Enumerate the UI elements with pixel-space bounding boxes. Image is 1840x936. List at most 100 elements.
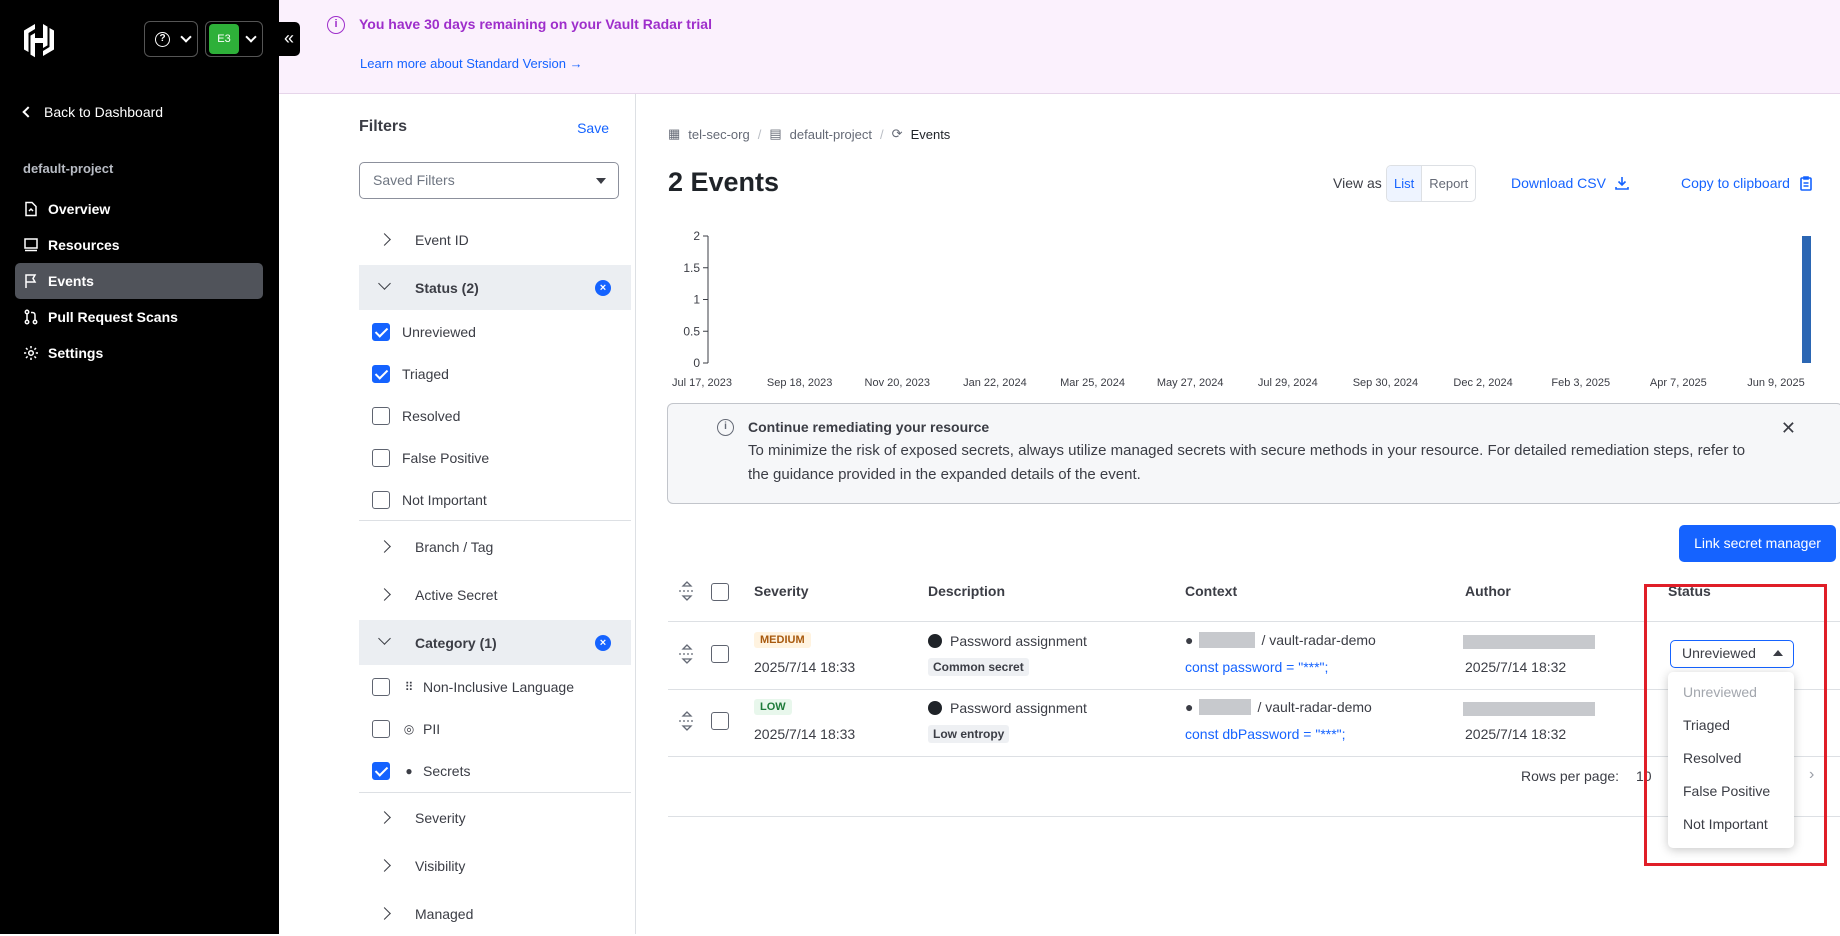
download-csv-button[interactable]: Download CSV [1511,175,1630,191]
column-header-author[interactable]: Author [1465,574,1511,615]
repo-name: / vault-radar-demo [1261,632,1376,648]
chevron-down-icon [378,632,391,645]
sidebar-item-label: Resources [48,237,120,253]
status-option-unreviewed[interactable]: Unreviewed [372,322,476,342]
org-avatar: E3 [209,24,239,54]
view-report-button[interactable]: Report [1422,166,1475,201]
chevron-left-icon [22,106,34,118]
sidebar: ? E3 Back to Dashboard default-project O… [0,0,279,934]
sidebar-item-label: Settings [48,345,104,361]
clipboard-icon [1800,176,1812,191]
org-switcher-button[interactable]: E3 [205,21,263,57]
sidebar-item-resources[interactable]: Resources [15,227,263,263]
author-date: 2025/7/14 18:32 [1465,659,1567,675]
status-option-resolved[interactable]: Resolved [372,406,460,426]
select-all-checkbox[interactable] [711,583,729,601]
status-option-not-important[interactable]: Not Important [372,490,487,510]
x-tick-label: Jul 29, 2024 [1258,377,1318,389]
category-option-secrets[interactable]: ● Secrets [372,761,470,781]
checkbox[interactable] [372,678,390,696]
close-icon[interactable]: ✕ [1781,418,1796,439]
breadcrumb-org[interactable]: tel-sec-org [688,127,749,142]
fingerprint-icon: ◎ [403,722,415,736]
hashicorp-logo[interactable] [22,22,56,58]
events-chart: 0 0.5 1 1.5 2 Jul 17, 2023 Sep 18, 2023 Nov 20,… [672,231,1811,389]
clear-status-filter-icon[interactable]: × [595,279,611,296]
expand-row-icon[interactable] [675,709,699,733]
x-tick-label: Sep 18, 2023 [767,377,832,389]
checkbox[interactable] [372,491,390,509]
callout-body: To minimize the risk of exposed secrets,… [748,442,1746,483]
sidebar-item-overview[interactable]: Overview [15,191,263,227]
column-header-severity[interactable]: Severity [754,574,808,615]
learn-more-label: Learn more about Standard Version [360,56,566,71]
chevron-right-icon [378,233,391,246]
resources-icon [24,238,38,252]
option-label: Triaged [402,366,449,382]
x-tick-label: Sep 30, 2024 [1353,377,1418,389]
context-repo[interactable]: ● / vault-radar-demo [1185,699,1372,715]
view-list-button[interactable]: List [1387,166,1423,201]
caret-down-icon [596,178,606,184]
category-option-pii[interactable]: ◎ PII [372,719,440,739]
repo-name: / vault-radar-demo [1257,699,1372,715]
x-tick-label: Nov 20, 2023 [865,377,930,389]
filter-section-managed[interactable]: Managed [359,891,631,936]
filter-section-category[interactable]: Category (1) × [359,620,631,665]
filter-section-status[interactable]: Status (2) × [359,265,631,310]
option-label: Not Important [402,492,487,508]
row-checkbox[interactable] [711,712,729,730]
breadcrumb-project[interactable]: default-project [790,127,872,142]
expand-row-icon[interactable] [675,642,699,666]
back-to-dashboard-link[interactable]: Back to Dashboard [22,104,163,120]
checkbox[interactable] [372,720,390,738]
checkbox[interactable] [372,407,390,425]
sidebar-item-settings[interactable]: Settings [15,335,263,371]
redacted-author [1463,635,1595,649]
breadcrumb-separator: / [757,126,762,142]
status-option-false-positive[interactable]: False Positive [372,448,489,468]
saved-filters-select[interactable]: Saved Filters [359,162,619,199]
divider [359,792,631,793]
help-menu-button[interactable]: ? [144,21,198,57]
row-checkbox[interactable] [711,645,729,663]
learn-more-link[interactable]: Learn more about Standard Version → [360,56,583,71]
checkbox[interactable] [372,365,390,383]
status-option-triaged[interactable]: Triaged [372,364,449,384]
download-icon [1615,177,1629,190]
sidebar-item-events[interactable]: Events [15,263,263,299]
filter-section-branch-tag[interactable]: Branch / Tag [359,524,631,569]
checkbox[interactable] [372,762,390,780]
severity-badge: LOW [754,699,792,715]
trial-message: You have 30 days remaining on your Vault… [359,16,712,32]
save-filters-button[interactable]: Save [577,120,609,136]
callout-title: Continue remediating your resource [748,419,990,435]
events-icon: ⟳ [891,126,903,141]
y-tick-label: 0.5 [683,324,700,338]
link-secret-manager-button[interactable]: Link secret manager [1679,525,1836,562]
sidebar-item-pull-request-scans[interactable]: Pull Request Scans [15,299,263,335]
context-repo[interactable]: ● / vault-radar-demo [1185,632,1376,648]
description-text: Password assignment [950,633,1087,649]
copy-clipboard-button[interactable]: Copy to clipboard [1681,175,1814,191]
filter-section-visibility[interactable]: Visibility [359,843,631,888]
code-snippet-link[interactable]: const password = "***"; [1185,659,1328,675]
filter-section-event-id[interactable]: Event ID [359,217,631,262]
code-snippet-link[interactable]: const dbPassword = "***"; [1185,726,1346,742]
filter-section-severity[interactable]: Severity [359,795,631,840]
secret-type-tag: Common secret [928,658,1029,676]
checkbox[interactable] [372,449,390,467]
x-tick-label: Feb 3, 2025 [1551,377,1610,389]
collapse-sidebar-button[interactable]: « [278,22,300,56]
breadcrumb-current: Events [910,126,951,142]
x-tick-label: May 27, 2024 [1157,377,1224,389]
category-option-non-inclusive[interactable]: ⠿ Non-Inclusive Language [372,677,574,697]
filter-section-label: Status (2) [415,279,479,296]
filter-section-active-secret[interactable]: Active Secret [359,572,631,617]
expand-all-icon[interactable] [675,579,699,603]
column-header-description[interactable]: Description [928,574,1005,615]
option-label: Non-Inclusive Language [423,679,574,695]
clear-category-filter-icon[interactable]: × [595,634,611,651]
checkbox[interactable] [372,323,390,341]
column-header-context[interactable]: Context [1185,574,1237,615]
